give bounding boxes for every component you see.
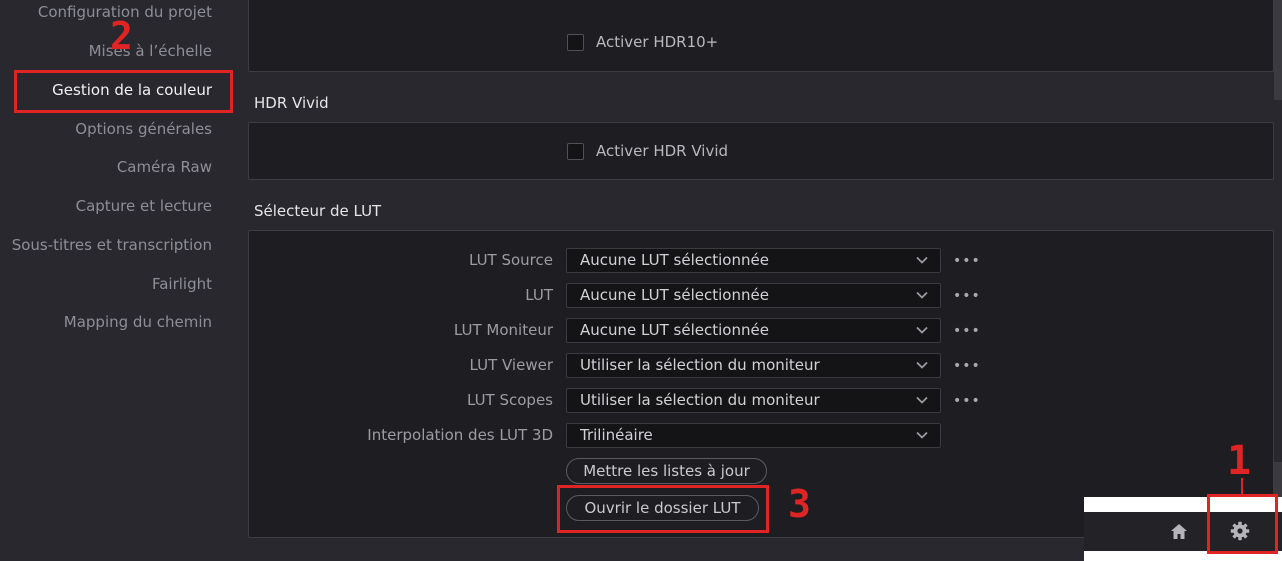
lut-row-lut: LUT Aucune LUT sélectionnée •••: [249, 283, 1275, 309]
lut-row-source: LUT Source Aucune LUT sélectionnée •••: [249, 248, 1275, 274]
chevron-down-icon: [916, 291, 928, 299]
lut-row-scopes: LUT Scopes Utiliser la sélection du moni…: [249, 388, 1275, 414]
hdr10plus-checkbox[interactable]: [567, 33, 584, 51]
lut-source-label: LUT Source: [468, 251, 553, 269]
lut-monitor-more-button[interactable]: •••: [953, 323, 981, 339]
lut-row-monitor: LUT Moniteur Aucune LUT sélectionnée •••: [249, 318, 1275, 344]
highlight-box-color-management: [14, 70, 233, 113]
sidebar-item-subtitles[interactable]: Sous-titres et transcription: [12, 236, 212, 254]
lut-scopes-value: Utiliser la sélection du moniteur: [580, 391, 820, 409]
hdr-vivid-panel: Activer HDR Vivid: [248, 122, 1274, 180]
annotation-step-3: 3: [788, 482, 811, 526]
sidebar-item-camera-raw[interactable]: Caméra Raw: [117, 158, 212, 176]
chevron-down-icon: [916, 326, 928, 334]
settings-sidebar: Configuration du projet Mises à l’échell…: [0, 0, 248, 561]
lut-value: Aucune LUT sélectionnée: [580, 286, 769, 304]
lut-viewer-label: LUT Viewer: [469, 356, 553, 374]
lut-viewer-value: Utiliser la sélection du moniteur: [580, 356, 820, 374]
chevron-down-icon: [916, 256, 928, 264]
lut-monitor-value: Aucune LUT sélectionnée: [580, 321, 769, 339]
lut-viewer-dropdown[interactable]: Utiliser la sélection du moniteur: [566, 353, 941, 378]
chevron-down-icon: [916, 361, 928, 369]
hdr10plus-panel: Activer HDR10+: [248, 0, 1274, 72]
hdr10plus-row: Activer HDR10+: [567, 33, 718, 51]
lut-selector-title: Sélecteur de LUT: [254, 202, 382, 220]
lut-selector-panel: LUT Source Aucune LUT sélectionnée ••• L…: [248, 230, 1274, 538]
annotation-step-2: 2: [110, 14, 133, 58]
lut-more-button[interactable]: •••: [953, 288, 981, 304]
lut-monitor-label: LUT Moniteur: [453, 321, 553, 339]
sidebar-item-general-options[interactable]: Options générales: [75, 120, 212, 138]
lut-row-interpolation: Interpolation des LUT 3D Trilinéaire: [249, 423, 1275, 449]
hdr-vivid-checkbox[interactable]: [567, 142, 584, 160]
lut-row-viewer: LUT Viewer Utiliser la sélection du moni…: [249, 353, 1275, 379]
lut-scopes-more-button[interactable]: •••: [953, 393, 981, 409]
hdr-vivid-label: Activer HDR Vivid: [596, 142, 729, 160]
lut-viewer-more-button[interactable]: •••: [953, 358, 981, 374]
settings-content: Activer HDR10+ HDR Vivid Activer HDR Viv…: [248, 0, 1274, 561]
lut-scopes-dropdown[interactable]: Utiliser la sélection du moniteur: [566, 388, 941, 413]
highlight-box-settings: [1207, 494, 1278, 554]
lut-monitor-dropdown[interactable]: Aucune LUT sélectionnée: [566, 318, 941, 343]
scrollbar-track[interactable]: [1274, 0, 1282, 100]
update-lists-button[interactable]: Mettre les listes à jour: [566, 458, 767, 484]
sidebar-item-path-mapping[interactable]: Mapping du chemin: [64, 313, 212, 331]
lut-scopes-label: LUT Scopes: [466, 391, 553, 409]
sidebar-item-fairlight[interactable]: Fairlight: [152, 275, 212, 293]
home-icon[interactable]: [1170, 523, 1188, 540]
highlight-box-open-lut-folder: [557, 485, 769, 533]
sidebar-item-scaling[interactable]: Mises à l’échelle: [89, 42, 212, 60]
lut-label: LUT: [525, 286, 553, 304]
lut-source-dropdown[interactable]: Aucune LUT sélectionnée: [566, 248, 941, 273]
lut-interpolation-value: Trilinéaire: [580, 426, 653, 444]
lut-interpolation-label: Interpolation des LUT 3D: [367, 426, 553, 444]
hdr10plus-label: Activer HDR10+: [596, 33, 719, 51]
annotation-step-1: 1: [1227, 438, 1252, 484]
lut-dropdown[interactable]: Aucune LUT sélectionnée: [566, 283, 941, 308]
hdr-vivid-row: Activer HDR Vivid: [567, 142, 728, 160]
chevron-down-icon: [916, 431, 928, 439]
scrollbar-track-lower[interactable]: [1274, 462, 1282, 497]
lut-source-more-button[interactable]: •••: [953, 253, 981, 269]
chevron-down-icon: [916, 396, 928, 404]
lut-source-value: Aucune LUT sélectionnée: [580, 251, 769, 269]
sidebar-item-capture-playback[interactable]: Capture et lecture: [76, 197, 212, 215]
hdr-vivid-title: HDR Vivid: [254, 94, 329, 112]
lut-interpolation-dropdown[interactable]: Trilinéaire: [566, 423, 941, 448]
